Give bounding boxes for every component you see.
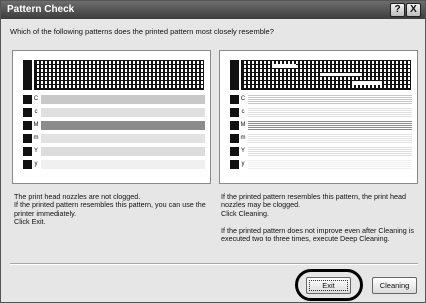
ink-square (230, 160, 239, 169)
good-pattern-panel: K C c M m Y y (12, 50, 211, 184)
row-label: m (32, 134, 40, 143)
pattern-row: M (23, 121, 205, 130)
missing-lines (322, 73, 362, 76)
streaked-color-bar (248, 108, 412, 117)
row-label: m (239, 134, 247, 143)
color-bar (41, 108, 205, 117)
row-label: Y (239, 147, 247, 156)
question-text: Which of the following patterns does the… (10, 27, 274, 36)
exit-button[interactable]: Exit (306, 277, 351, 294)
row-label: M (32, 121, 40, 130)
clogged-pattern-panel: K C c M m Y (219, 50, 418, 184)
ink-square (230, 95, 239, 104)
cleaning-button[interactable]: Cleaning (372, 277, 417, 294)
pattern-row: m (230, 134, 412, 143)
row-label: M (239, 121, 247, 130)
streaked-color-bar (248, 147, 412, 156)
k-grid-pattern (34, 60, 204, 90)
ink-square (230, 134, 239, 143)
streaked-color-bar (248, 121, 412, 130)
pattern-row: Y (23, 147, 205, 156)
streaked-color-bar (248, 160, 412, 169)
streaked-color-bar (248, 134, 412, 143)
color-bar (41, 95, 205, 104)
help-button[interactable]: ? (390, 3, 405, 17)
ink-square (230, 121, 239, 130)
ink-square (23, 121, 32, 130)
pattern-row: c (230, 108, 412, 117)
ink-square (23, 108, 32, 117)
pattern-check-dialog: Pattern Check ? X Which of the following… (0, 0, 426, 303)
close-button[interactable]: X (406, 3, 421, 17)
button-separator (10, 263, 418, 265)
ink-square (23, 147, 32, 156)
ink-square (23, 95, 32, 104)
clogged-pattern-description: If the printed pattern resembles this pa… (221, 192, 406, 218)
color-bar (41, 121, 205, 130)
color-bar (41, 134, 205, 143)
ink-square (23, 134, 32, 143)
row-label: C (239, 95, 247, 104)
streaked-color-bar (248, 95, 412, 104)
good-pattern-description: The print head nozzles are not clogged. … (14, 192, 206, 227)
pattern-row: C (230, 95, 412, 104)
k-black-block: K (230, 60, 249, 90)
row-label: C (32, 95, 40, 104)
pattern-row: Y (230, 147, 412, 156)
pattern-row: m (23, 134, 205, 143)
row-label: y (239, 160, 247, 169)
row-label: c (239, 108, 247, 117)
pattern-row: c (23, 108, 205, 117)
color-bar (41, 147, 205, 156)
pattern-row: y (230, 160, 412, 169)
row-label: y (32, 160, 40, 169)
k-grid-pattern (241, 60, 411, 90)
k-black-block: K (23, 60, 42, 90)
row-label: Y (32, 147, 40, 156)
dialog-title: Pattern Check (7, 4, 75, 15)
color-bar (41, 160, 205, 169)
ink-square (230, 147, 239, 156)
row-label: c (32, 108, 40, 117)
pattern-row: y (23, 160, 205, 169)
pattern-row: C (23, 95, 205, 104)
missing-lines (352, 81, 382, 85)
ink-square (23, 160, 32, 169)
missing-lines (272, 64, 296, 68)
deep-cleaning-note: If the printed pattern does not improve … (221, 226, 414, 244)
pattern-row: M (230, 121, 412, 130)
title-bar: Pattern Check ? X (1, 1, 425, 19)
ink-square (230, 108, 239, 117)
